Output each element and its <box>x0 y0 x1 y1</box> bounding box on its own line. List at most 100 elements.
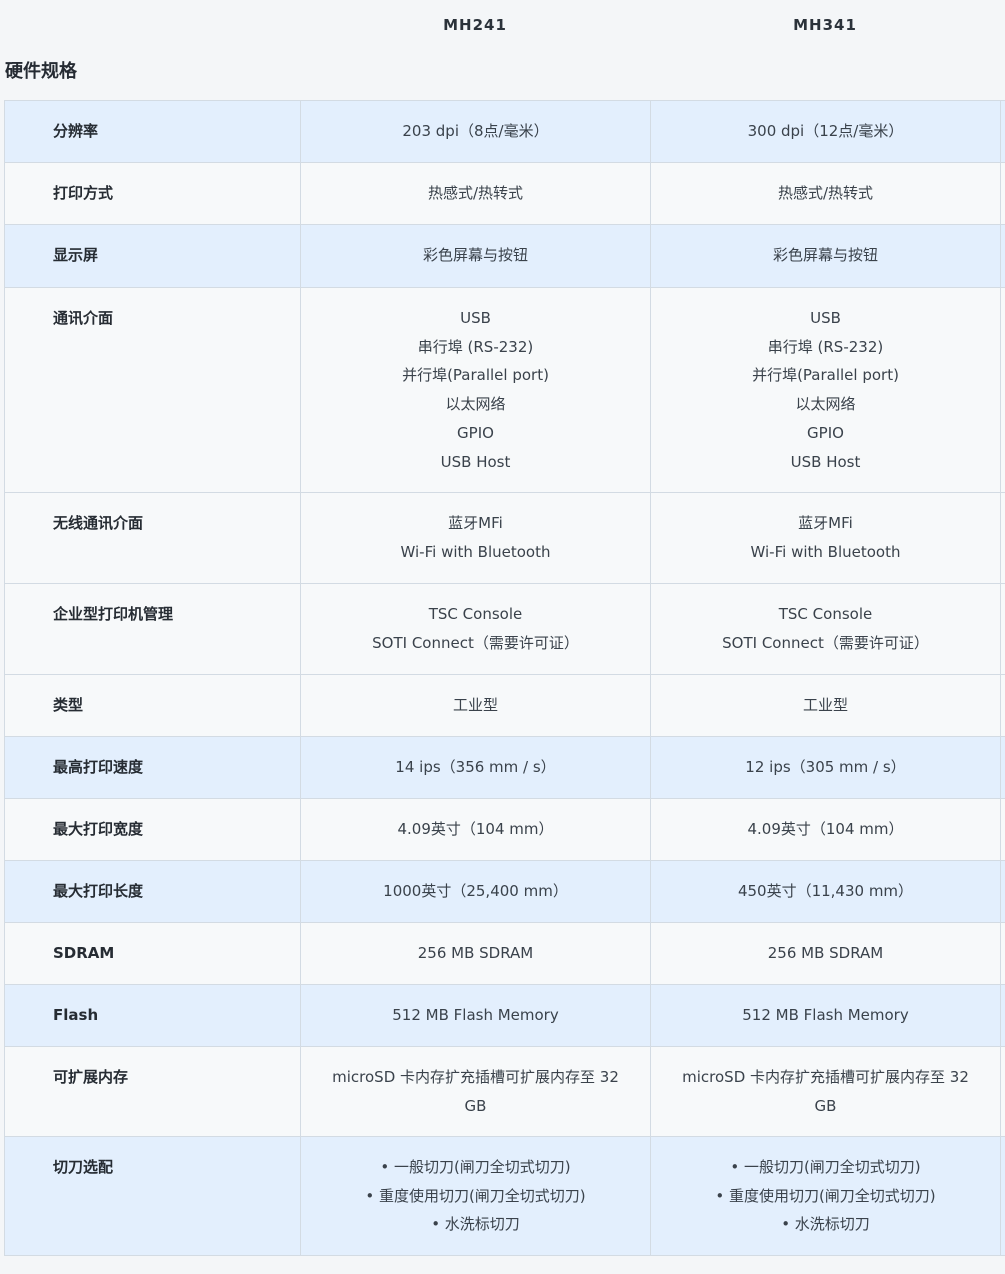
cell-line: 以太网络 <box>445 395 506 414</box>
cell-line: 串行埠 (RS-232) <box>417 337 534 356</box>
cell-mh241: 彩色屏幕与按钮 <box>300 224 651 288</box>
row-edge <box>1000 162 1005 225</box>
cell-line: Wi-Fi with Bluetooth <box>750 542 901 561</box>
cell-line: 203 dpi（8点/毫米） <box>402 122 549 140</box>
cell-mh341: 12 ips（305 mm / s） <box>650 736 1001 799</box>
table-row: 切刀选配 • 一般切刀(闸刀全切式切刀) • 重度使用切刀(闸刀全切式切刀) • 水洗… <box>4 1136 1005 1256</box>
cell-mh341: 300 dpi（12点/毫米） <box>650 100 1001 163</box>
cell-line: USB Host <box>790 452 861 471</box>
row-edge <box>1000 583 1005 675</box>
cell-line: Wi-Fi with Bluetooth <box>400 542 551 561</box>
cell-mh341: 热感式/热转式 <box>650 162 1001 225</box>
table-row: Flash 512 MB Flash Memory 512 MB Flash Mem… <box>4 984 1005 1047</box>
cell-line: 450英寸（11,430 mm） <box>737 882 914 900</box>
row-label: 打印方式 <box>4 162 301 225</box>
cell-line: • 水洗标切刀 <box>781 1215 870 1234</box>
spec-table: 分辨率 203 dpi（8点/毫米） 300 dpi（12点/毫米） 打印方式 热感式/… <box>4 100 1005 1256</box>
cell-mh241: 512 MB Flash Memory <box>300 984 651 1047</box>
cell-line: 512 MB Flash Memory <box>392 1006 559 1024</box>
cell-line: 并行埠(Parallel port) <box>752 366 899 385</box>
cell-mh241: 203 dpi（8点/毫米） <box>300 100 651 163</box>
cell-mh341: 512 MB Flash Memory <box>650 984 1001 1047</box>
cell-line: USB Host <box>440 452 511 471</box>
cell-line: GPIO <box>457 423 494 442</box>
cell-line: 1000英寸（25,400 mm） <box>383 882 568 900</box>
cell-line: SOTI Connect（需要许可证） <box>722 633 929 652</box>
cell-mh241: 1000英寸（25,400 mm） <box>300 860 651 923</box>
table-row: 通讯介面 USB 串行埠 (RS-232) 并行埠(Parallel port) 以太网… <box>4 287 1005 493</box>
cell-line: 并行埠(Parallel port) <box>402 366 549 385</box>
model-header-mh241: MH241 <box>443 16 507 34</box>
cell-line: SOTI Connect（需要许可证） <box>372 633 579 652</box>
cell-line: microSD 卡内存扩充插槽可扩展内存至 32 <box>682 1068 969 1086</box>
row-label: 最高打印速度 <box>4 736 301 799</box>
row-edge <box>1000 100 1005 163</box>
model-header-mh341: MH341 <box>793 16 857 34</box>
cell-mh341: 4.09英寸（104 mm） <box>650 798 1001 861</box>
table-row: 显示屏 彩色屏幕与按钮 彩色屏幕与按钮 <box>4 224 1005 288</box>
cell-mh341: TSC Console SOTI Connect（需要许可证） <box>650 583 1001 675</box>
section-title: 硬件规格 <box>5 61 77 82</box>
table-row: 打印方式 热感式/热转式 热感式/热转式 <box>4 162 1005 225</box>
table-row: 无线通讯介面 蓝牙MFi Wi-Fi with Bluetooth 蓝牙MFi Wi-F… <box>4 492 1005 584</box>
cell-line: • 一般切刀(闸刀全切式切刀) <box>730 1158 921 1176</box>
row-edge <box>1000 984 1005 1047</box>
cell-line: 4.09英寸（104 mm） <box>397 820 554 838</box>
cell-line: 蓝牙MFi <box>448 514 503 532</box>
cell-mh241: • 一般切刀(闸刀全切式切刀) • 重度使用切刀(闸刀全切式切刀) • 水洗标切刀 <box>300 1136 651 1256</box>
cell-line: 512 MB Flash Memory <box>742 1006 909 1024</box>
table-row: SDRAM 256 MB SDRAM 256 MB SDRAM <box>4 922 1005 985</box>
cell-mh241: 热感式/热转式 <box>300 162 651 225</box>
table-header: MH241 MH341 <box>0 0 1005 52</box>
cell-line: GPIO <box>807 423 844 442</box>
cell-mh341: 450英寸（11,430 mm） <box>650 860 1001 923</box>
cell-mh341: • 一般切刀(闸刀全切式切刀) • 重度使用切刀(闸刀全切式切刀) • 水洗标切刀 <box>650 1136 1001 1256</box>
row-edge <box>1000 1046 1005 1137</box>
row-edge <box>1000 674 1005 737</box>
row-edge <box>1000 736 1005 799</box>
row-edge <box>1000 798 1005 861</box>
cell-mh341: 工业型 <box>650 674 1001 737</box>
row-label: 切刀选配 <box>4 1136 301 1256</box>
cell-line: 工业型 <box>802 696 848 714</box>
cell-line: • 水洗标切刀 <box>431 1215 520 1234</box>
cell-line: 256 MB SDRAM <box>417 944 534 962</box>
cell-line: 热感式/热转式 <box>427 184 524 202</box>
cell-mh341: 256 MB SDRAM <box>650 922 1001 985</box>
cell-mh241: 4.09英寸（104 mm） <box>300 798 651 861</box>
cell-line: TSC Console <box>778 605 873 623</box>
row-edge <box>1000 1136 1005 1256</box>
row-label: 可扩展内存 <box>4 1046 301 1137</box>
row-label: 类型 <box>4 674 301 737</box>
row-edge <box>1000 224 1005 288</box>
cell-line: USB <box>460 309 491 327</box>
cell-mh241: microSD 卡内存扩充插槽可扩展内存至 32 GB <box>300 1046 651 1137</box>
cell-line: 以太网络 <box>795 395 856 414</box>
cell-mh341: USB 串行埠 (RS-232) 并行埠(Parallel port) 以太网络 GPI… <box>650 287 1001 493</box>
cell-line: microSD 卡内存扩充插槽可扩展内存至 32 <box>332 1068 619 1086</box>
row-label: 无线通讯介面 <box>4 492 301 584</box>
row-label: 最大打印宽度 <box>4 798 301 861</box>
table-row: 最大打印长度 1000英寸（25,400 mm） 450英寸（11,430 mm） <box>4 860 1005 923</box>
cell-line: 300 dpi（12点/毫米） <box>747 122 904 140</box>
table-row: 类型 工业型 工业型 <box>4 674 1005 737</box>
cell-line: 蓝牙MFi <box>798 514 853 532</box>
cell-line: TSC Console <box>428 605 523 623</box>
cell-mh341: 蓝牙MFi Wi-Fi with Bluetooth <box>650 492 1001 584</box>
table-row: 企业型打印机管理 TSC Console SOTI Connect（需要许可证） TS… <box>4 583 1005 675</box>
row-label: 最大打印长度 <box>4 860 301 923</box>
row-edge <box>1000 492 1005 584</box>
row-label: 企业型打印机管理 <box>4 583 301 675</box>
row-label: Flash <box>4 984 301 1047</box>
row-edge <box>1000 922 1005 985</box>
row-label: 显示屏 <box>4 224 301 288</box>
cell-mh241: TSC Console SOTI Connect（需要许可证） <box>300 583 651 675</box>
cell-mh241: 工业型 <box>300 674 651 737</box>
cell-mh241: 蓝牙MFi Wi-Fi with Bluetooth <box>300 492 651 584</box>
cell-line: GB <box>464 1096 487 1115</box>
table-row: 可扩展内存 microSD 卡内存扩充插槽可扩展内存至 32 GB microSD 卡… <box>4 1046 1005 1137</box>
cell-line: GB <box>814 1096 837 1115</box>
row-label: 分辨率 <box>4 100 301 163</box>
cell-line: 14 ips（356 mm / s） <box>395 758 556 776</box>
cell-line: 彩色屏幕与按钮 <box>772 246 878 264</box>
